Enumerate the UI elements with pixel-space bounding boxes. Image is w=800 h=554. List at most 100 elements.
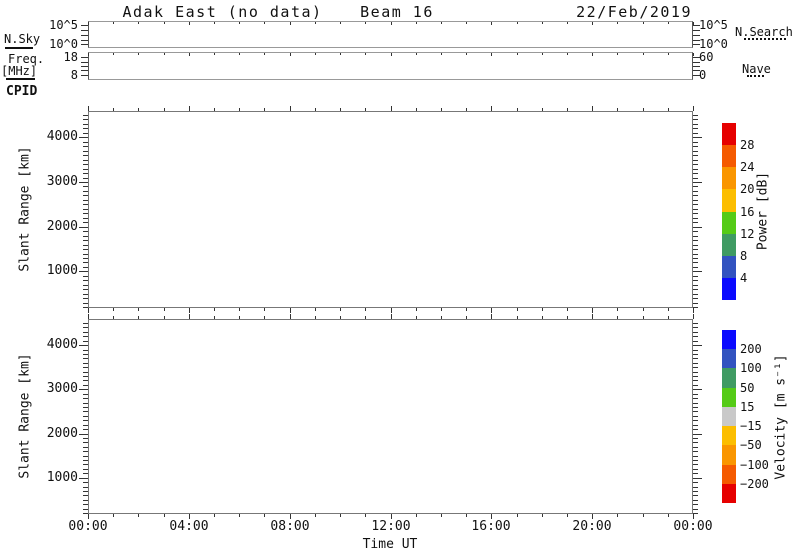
- x-tick: [138, 53, 139, 55]
- y-tick: [83, 280, 88, 281]
- y-tick: [83, 209, 88, 210]
- y-tick: [693, 434, 702, 435]
- x-tick: [365, 308, 366, 311]
- x-tick: [315, 514, 316, 517]
- y-tick: [693, 367, 698, 368]
- x-tick: [617, 108, 618, 111]
- y-tick: [83, 236, 88, 237]
- y-tick: [83, 482, 88, 483]
- y-tick: [693, 236, 698, 237]
- time-ut-axis-label: Time UT: [362, 537, 418, 552]
- y-tick-label: 1000: [46, 263, 78, 278]
- freq-solid-line-sample: [6, 78, 35, 80]
- y-tick: [693, 420, 698, 421]
- y-tick: [693, 119, 698, 120]
- x-tick: [189, 53, 190, 56]
- y-tick: [693, 262, 698, 263]
- x-tick: [391, 308, 392, 313]
- y-tick: [693, 178, 698, 179]
- y-tick: [693, 276, 698, 277]
- colorbar-tick-label: 16: [740, 205, 755, 219]
- x-tick: [340, 308, 341, 311]
- x-tick: [416, 308, 417, 311]
- y-tick: [693, 245, 698, 246]
- colorbar-segment: [722, 212, 736, 234]
- colorbar-tick-label: −15: [740, 419, 762, 433]
- y-tick: [693, 115, 698, 116]
- x-tick: [668, 316, 669, 319]
- y-tick: [693, 385, 698, 386]
- y-tick: [693, 218, 698, 219]
- y-tick: [693, 240, 698, 241]
- y-tick: [83, 294, 88, 295]
- y-tick: [83, 504, 88, 505]
- y-tick: [693, 222, 698, 223]
- y-tick: [693, 200, 698, 201]
- x-tick: [88, 22, 89, 25]
- x-tick: [592, 53, 593, 56]
- y-tick: [79, 478, 88, 479]
- x-tick: [466, 308, 467, 311]
- colorbar-segment: [722, 278, 736, 300]
- y-tick: [79, 137, 88, 138]
- x-tick: [214, 108, 215, 111]
- y-tick: [83, 249, 88, 250]
- nsearch-legend-label: N.Search: [735, 25, 793, 39]
- y-tick: [83, 124, 88, 125]
- y-tick: [83, 267, 88, 268]
- x-tick: [617, 316, 618, 319]
- cpid-label: CPID: [6, 84, 38, 99]
- x-tick: [264, 53, 265, 55]
- y-tick: [83, 155, 88, 156]
- x-tick: [517, 108, 518, 111]
- x-tick: [365, 53, 366, 55]
- x-tick: [365, 22, 366, 24]
- x-tick: [567, 108, 568, 111]
- x-tick: [491, 53, 492, 56]
- x-tick: [693, 106, 694, 111]
- x-tick: [391, 22, 392, 25]
- y-tick: [83, 416, 88, 417]
- strip-y-tick: [693, 35, 700, 36]
- x-tick: [542, 53, 543, 55]
- x-tick: [88, 106, 89, 111]
- y-tick: [83, 411, 88, 412]
- velocity-panel: [88, 319, 693, 514]
- y-tick: [693, 354, 698, 355]
- y-tick: [83, 258, 88, 259]
- strip-y-tick: [81, 75, 88, 76]
- colorbar-segment: [722, 484, 736, 503]
- y-tick: [693, 345, 702, 346]
- y-tick-label: 1000: [46, 470, 78, 485]
- colorbar-tick-label: −100: [740, 458, 769, 472]
- x-tick: [138, 108, 139, 111]
- y-tick: [83, 438, 88, 439]
- x-tick: [164, 22, 165, 24]
- colorbar-tick-label: 4: [740, 271, 748, 285]
- x-tick: [668, 514, 669, 517]
- y-tick-label: 2000: [46, 426, 78, 441]
- x-tick: [643, 308, 644, 311]
- y-tick: [83, 336, 88, 337]
- colorbar-tick-label: 50: [740, 381, 755, 395]
- x-tick: [416, 514, 417, 517]
- y-tick: [693, 460, 698, 461]
- radar-summary-plot: Adak East (no data) Beam 16 22/Feb/2019 …: [0, 0, 800, 554]
- x-tick: [441, 53, 442, 55]
- y-tick: [693, 231, 698, 232]
- x-tick: [391, 314, 392, 319]
- x-tick: [441, 308, 442, 311]
- x-tick: [315, 308, 316, 311]
- y-tick-label: 4000: [46, 337, 78, 352]
- x-tick: [189, 106, 190, 111]
- noise-strip-panel: [88, 21, 693, 48]
- y-tick: [83, 169, 88, 170]
- x-tick: [693, 53, 694, 56]
- x-tick-label: 16:00: [471, 519, 511, 534]
- strip-y-tick-label: 8: [70, 68, 78, 82]
- y-tick: [693, 504, 698, 505]
- x-tick-label: 08:00: [270, 519, 310, 534]
- colorbar-tick-label: 15: [740, 400, 755, 414]
- x-tick: [567, 316, 568, 319]
- strip-y-tick: [81, 62, 88, 63]
